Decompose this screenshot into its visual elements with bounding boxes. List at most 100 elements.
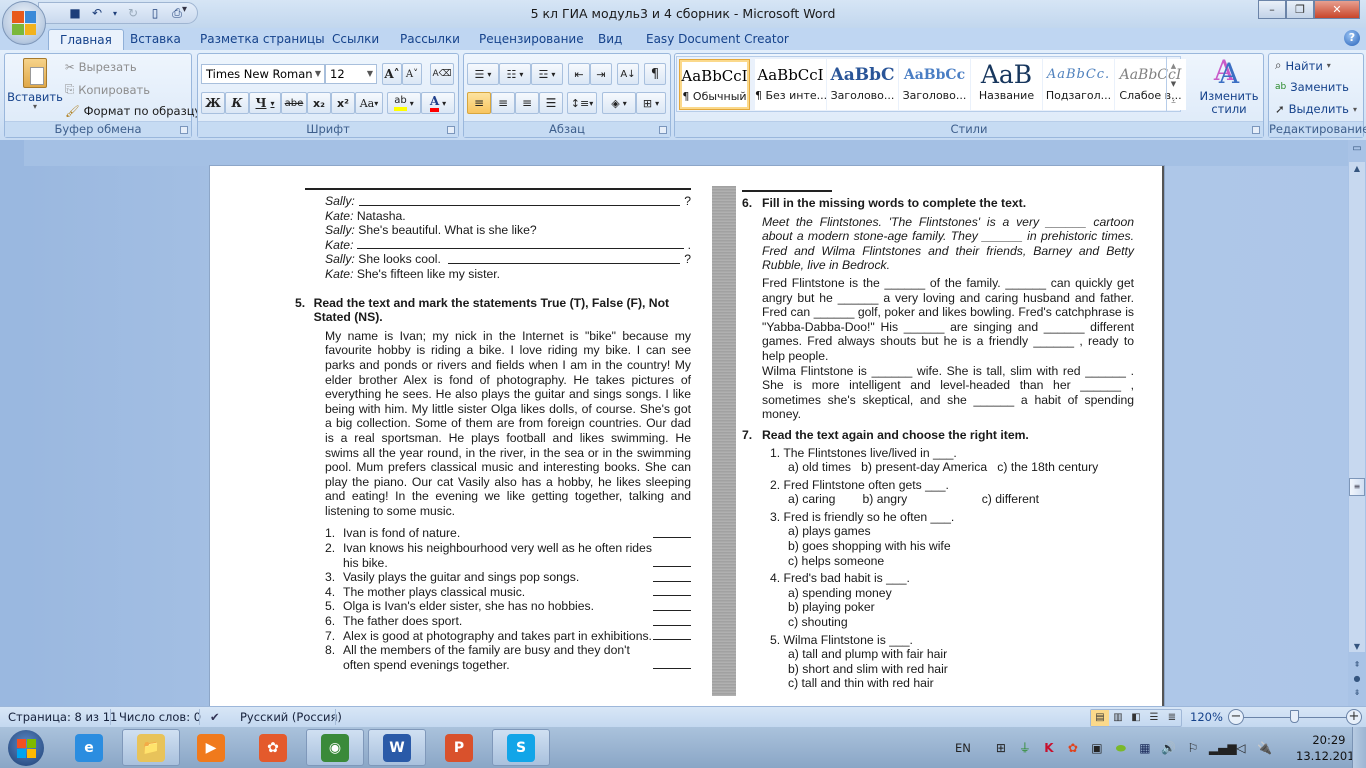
zoom-level[interactable]: 120% — [1190, 710, 1223, 724]
highlight-color-button[interactable]: ab ▾ — [387, 92, 421, 114]
style-heading-2[interactable]: AaBbCc Заголово... — [899, 59, 970, 110]
signal-icon[interactable]: ▂▄▆ — [1209, 740, 1237, 756]
select-button[interactable]: ➚ Выделить ▾ — [1275, 102, 1357, 116]
tab-insert[interactable]: Вставка — [119, 29, 192, 50]
increase-indent-button[interactable]: ⇥ — [590, 63, 612, 85]
outline-view-button[interactable]: ☰ — [1145, 710, 1163, 726]
network-devices-icon[interactable]: ▣ — [1089, 740, 1105, 756]
gallery-scroll-up[interactable]: ▲ — [1166, 57, 1180, 75]
tab-view[interactable]: Вид — [587, 29, 633, 50]
change-case-button[interactable]: Aa ▾ — [355, 92, 383, 114]
gallery-scroll-down[interactable]: ▼ — [1166, 75, 1180, 93]
full-screen-reading-view-button[interactable]: ▥ — [1109, 710, 1127, 726]
action-center-flag-icon[interactable]: ⚐ — [1185, 740, 1201, 756]
styles-dialog-launcher[interactable] — [1252, 126, 1260, 134]
copy-button[interactable]: ⎘ Копировать — [65, 82, 150, 97]
paste-button[interactable]: Вставить ▾ — [7, 58, 63, 111]
italic-button[interactable]: К — [225, 92, 249, 114]
tab-review[interactable]: Рецензирование — [468, 29, 595, 50]
lime-app-icon[interactable]: ⬬ — [1113, 740, 1129, 756]
start-button[interactable] — [8, 730, 44, 766]
font-size-select[interactable]: 12 ▼ — [325, 64, 377, 84]
word-count[interactable]: Число слов: 0 — [119, 710, 201, 724]
help-icon[interactable]: ? — [1344, 30, 1360, 46]
align-left-button[interactable]: ≡ — [467, 92, 491, 114]
format-painter-button[interactable]: 🖌 Формат по образцу — [65, 104, 201, 118]
view-ruler-icon[interactable]: ▭ — [1349, 142, 1365, 156]
volume-icon[interactable]: ◁ — [1233, 740, 1249, 756]
clear-formatting-button[interactable]: A⌫ — [430, 63, 454, 85]
minimize-button[interactable]: – — [1258, 0, 1286, 19]
numbering-button[interactable]: ☷ ▾ — [499, 63, 531, 85]
show-desktop-button[interactable] — [1352, 727, 1366, 768]
zoom-in-button[interactable]: + — [1346, 709, 1362, 725]
scroll-track[interactable] — [1349, 162, 1365, 652]
taskbar-chrome[interactable]: ◉ — [306, 729, 364, 766]
line-spacing-button[interactable]: ↕≡ ▾ — [567, 92, 597, 114]
power-icon[interactable]: 🔌 — [1257, 740, 1273, 756]
close-button[interactable]: ✕ — [1314, 0, 1360, 19]
display-icon[interactable]: ▦ — [1137, 740, 1153, 756]
superscript-button[interactable]: x² — [331, 92, 355, 114]
taskbar-skype[interactable]: S — [492, 729, 550, 766]
decrease-indent-button[interactable]: ⇤ — [568, 63, 590, 85]
zoom-out-button[interactable]: − — [1228, 709, 1244, 725]
page-counter[interactable]: Страница: 8 из 11 — [8, 710, 117, 724]
clipboard-dialog-launcher[interactable] — [180, 126, 188, 134]
select-browse-object-button[interactable]: ● — [1349, 672, 1365, 686]
save-icon[interactable]: ■ — [67, 5, 83, 21]
flower-app-icon[interactable]: ✿ — [1065, 740, 1081, 756]
language-indicator[interactable]: Русский (Россия) — [240, 710, 342, 724]
taskbar-file-explorer[interactable]: 📁 — [122, 729, 180, 766]
safely-remove-hardware-icon[interactable]: ⏚ — [1017, 740, 1033, 756]
font-color-button[interactable]: A ▾ — [421, 92, 455, 114]
sort-button[interactable]: A↓ — [617, 63, 639, 85]
shading-button[interactable]: ◈ ▾ — [602, 92, 636, 114]
scroll-thumb[interactable]: ≡ — [1349, 478, 1365, 496]
tab-page-layout[interactable]: Разметка страницы — [189, 29, 336, 50]
tab-mailings[interactable]: Рассылки — [389, 29, 471, 50]
style-subtitle[interactable]: AaBbCc. Подзагол... — [1043, 59, 1114, 110]
font-dialog-launcher[interactable] — [447, 126, 455, 134]
style-title[interactable]: AaB Название — [971, 59, 1042, 110]
cut-button[interactable]: ✂ Вырезать — [65, 60, 137, 74]
grow-font-button[interactable]: A˄ — [382, 63, 402, 85]
proofing-icon[interactable]: ✔ — [210, 710, 220, 724]
speaker-icon[interactable]: 🔊 — [1161, 740, 1177, 756]
font-name-select[interactable]: Times New Roman ▼ — [201, 64, 325, 84]
office-button[interactable] — [2, 1, 46, 45]
paragraph-dialog-launcher[interactable] — [659, 126, 667, 134]
change-styles-button[interactable]: A Изменить стили — [1199, 58, 1259, 116]
zoom-slider-thumb[interactable] — [1290, 710, 1299, 723]
shrink-font-button[interactable]: A˅ — [402, 63, 422, 85]
scroll-up-button[interactable]: ▲ — [1349, 162, 1365, 176]
taskbar-word[interactable]: W — [368, 729, 426, 766]
input-language[interactable]: EN — [955, 741, 971, 755]
restore-button[interactable]: ❐ — [1286, 0, 1314, 19]
subscript-button[interactable]: x₂ — [307, 92, 331, 114]
tab-easy-document-creator[interactable]: Easy Document Creator — [635, 29, 800, 50]
redo-icon[interactable]: ↻ — [125, 5, 141, 21]
vertical-scrollbar[interactable]: ▭ ▲ ≡ ▼ ⇞ ● ⇟ — [1348, 140, 1366, 706]
windows-icon[interactable]: ⊞ — [993, 740, 1009, 756]
scroll-down-button[interactable]: ▼ — [1349, 640, 1365, 654]
style-heading-1[interactable]: AaBbC Заголово... — [827, 59, 898, 110]
strikethrough-button[interactable]: abe — [281, 92, 307, 114]
taskbar-media-player[interactable]: ▶ — [182, 729, 240, 766]
taskbar-powerpoint[interactable]: P — [430, 729, 488, 766]
document-page[interactable]: Sally: ? Kate: Natasha. Sally: She's beau… — [210, 166, 1164, 706]
show-formatting-button[interactable]: ¶ — [644, 63, 666, 85]
print-layout-view-button[interactable]: ▤ — [1091, 710, 1109, 726]
next-page-button[interactable]: ⇟ — [1349, 686, 1365, 700]
align-center-button[interactable]: ≡ — [491, 92, 515, 114]
borders-button[interactable]: ⊞ ▾ — [636, 92, 666, 114]
taskbar-photo-gallery[interactable]: ✿ — [244, 729, 302, 766]
replace-button[interactable]: ab Заменить — [1275, 80, 1349, 94]
bullets-button[interactable]: ☰ ▾ — [467, 63, 499, 85]
style-normal[interactable]: AaBbCcI ¶ Обычный — [679, 59, 750, 110]
new-document-icon[interactable]: ▯ — [147, 5, 163, 21]
underline-button[interactable]: Ч ▾ — [249, 92, 281, 114]
tab-references[interactable]: Ссылки — [321, 29, 390, 50]
previous-page-button[interactable]: ⇞ — [1349, 658, 1365, 672]
web-layout-view-button[interactable]: ◧ — [1127, 710, 1145, 726]
